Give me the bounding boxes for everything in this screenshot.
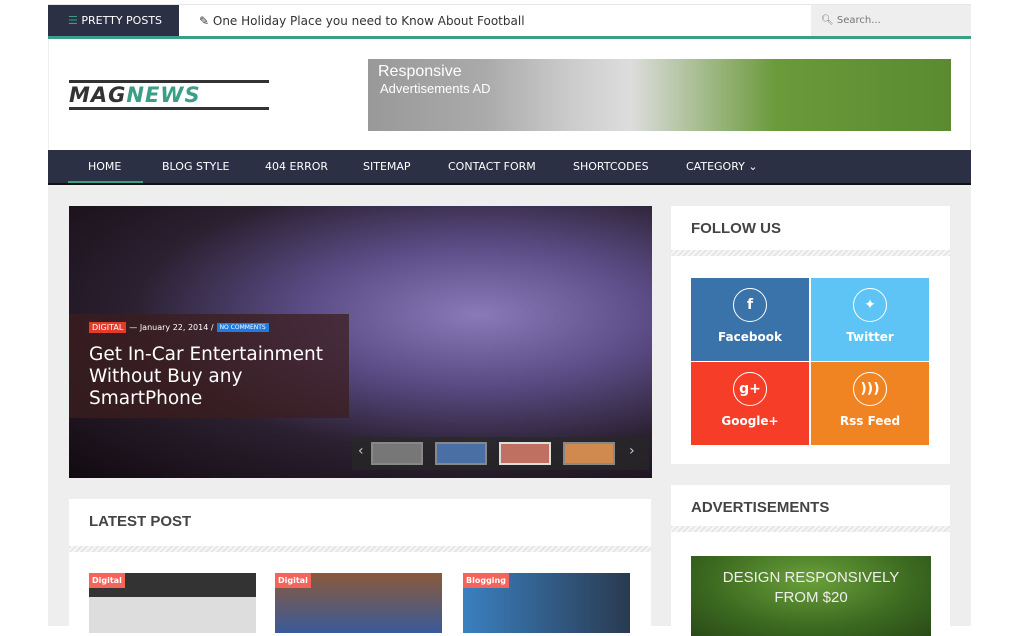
latest-post-list: Digital Digital Blogging — [69, 552, 651, 633]
slide-caption: DIGITAL — January 22, 2014 / NO COMMENTS… — [69, 314, 349, 418]
nav-home[interactable]: HOME — [88, 150, 121, 183]
header: MAGNEWS Responsive Advertisements AD — [48, 39, 971, 150]
thumbnail[interactable] — [563, 442, 615, 465]
search-input[interactable]: 🔍︎ Search... — [811, 5, 971, 37]
logo[interactable]: MAGNEWS — [69, 80, 269, 110]
post-card[interactable]: Digital — [89, 573, 256, 633]
nav-shortcodes[interactable]: SHORTCODES — [573, 150, 649, 183]
main-nav: HOME BLOG STYLE 404 ERROR SITEMAP CONTAC… — [48, 150, 971, 185]
rss-button[interactable]: ))) Rss Feed — [811, 362, 929, 445]
googleplus-button[interactable]: g+ Google+ — [691, 362, 809, 445]
next-arrow-icon[interactable]: › — [629, 443, 635, 459]
nav-contact-form[interactable]: CONTACT FORM — [448, 150, 536, 183]
twitter-icon: ✦ — [853, 288, 887, 322]
advertisements-header: ADVERTISEMENTS — [671, 485, 950, 526]
prev-arrow-icon[interactable]: ‹ — [358, 443, 364, 459]
paperclip-icon: ✎ — [199, 14, 213, 28]
search-icon: 🔍︎ — [821, 15, 837, 26]
slide-meta: DIGITAL — January 22, 2014 / NO COMMENTS — [89, 322, 269, 333]
nav-blog-style[interactable]: BLOG STYLE — [162, 150, 229, 183]
header-ad-banner[interactable]: Responsive Advertisements AD — [368, 59, 951, 131]
top-bar: ☰ PRETTY POSTS ✎ One Holiday Place you n… — [48, 4, 971, 37]
chevron-down-icon: ⌄ — [748, 160, 758, 173]
news-ticker[interactable]: ✎ One Holiday Place you need to Know Abo… — [199, 5, 525, 37]
slide-title[interactable]: Get In-Car Entertainment Without Buy any… — [89, 344, 339, 410]
pretty-posts-menu[interactable]: ☰ PRETTY POSTS — [48, 5, 179, 37]
follow-us-widget: f Facebook ✦ Twitter g+ Google+ ))) Rss Feed — [671, 256, 950, 464]
active-indicator — [68, 181, 143, 183]
nav-sitemap[interactable]: SITEMAP — [363, 150, 411, 183]
follow-us-header: FOLLOW US — [671, 206, 950, 250]
nav-category[interactable]: CATEGORY ⌄ — [686, 150, 758, 183]
latest-post-header: LATEST POST — [69, 499, 651, 546]
facebook-icon: f — [733, 288, 767, 322]
advertisements-widget: DESIGN RESPONSIVELY FROM $20 — [671, 532, 950, 636]
slide-date: — January 22, 2014 / — [129, 323, 214, 332]
sidebar-ad-banner[interactable]: DESIGN RESPONSIVELY FROM $20 — [691, 556, 931, 636]
featured-slider[interactable]: DIGITAL — January 22, 2014 / NO COMMENTS… — [69, 206, 652, 478]
post-card[interactable]: Digital — [275, 573, 442, 633]
menu-icon: ☰ — [68, 14, 82, 27]
thumbnail[interactable] — [435, 442, 487, 465]
twitter-button[interactable]: ✦ Twitter — [811, 278, 929, 361]
category-badge[interactable]: DIGITAL — [89, 322, 127, 333]
comments-badge[interactable]: NO COMMENTS — [216, 323, 269, 332]
nav-404-error[interactable]: 404 ERROR — [265, 150, 328, 183]
thumbnail[interactable] — [371, 442, 423, 465]
facebook-button[interactable]: f Facebook — [691, 278, 809, 361]
googleplus-icon: g+ — [733, 372, 767, 406]
content-area: DIGITAL — January 22, 2014 / NO COMMENTS… — [48, 185, 971, 636]
thumbnail[interactable] — [499, 442, 551, 465]
rss-icon: ))) — [853, 372, 887, 406]
slider-thumbnails: ‹ › — [352, 437, 649, 470]
post-card[interactable]: Blogging — [463, 573, 630, 633]
